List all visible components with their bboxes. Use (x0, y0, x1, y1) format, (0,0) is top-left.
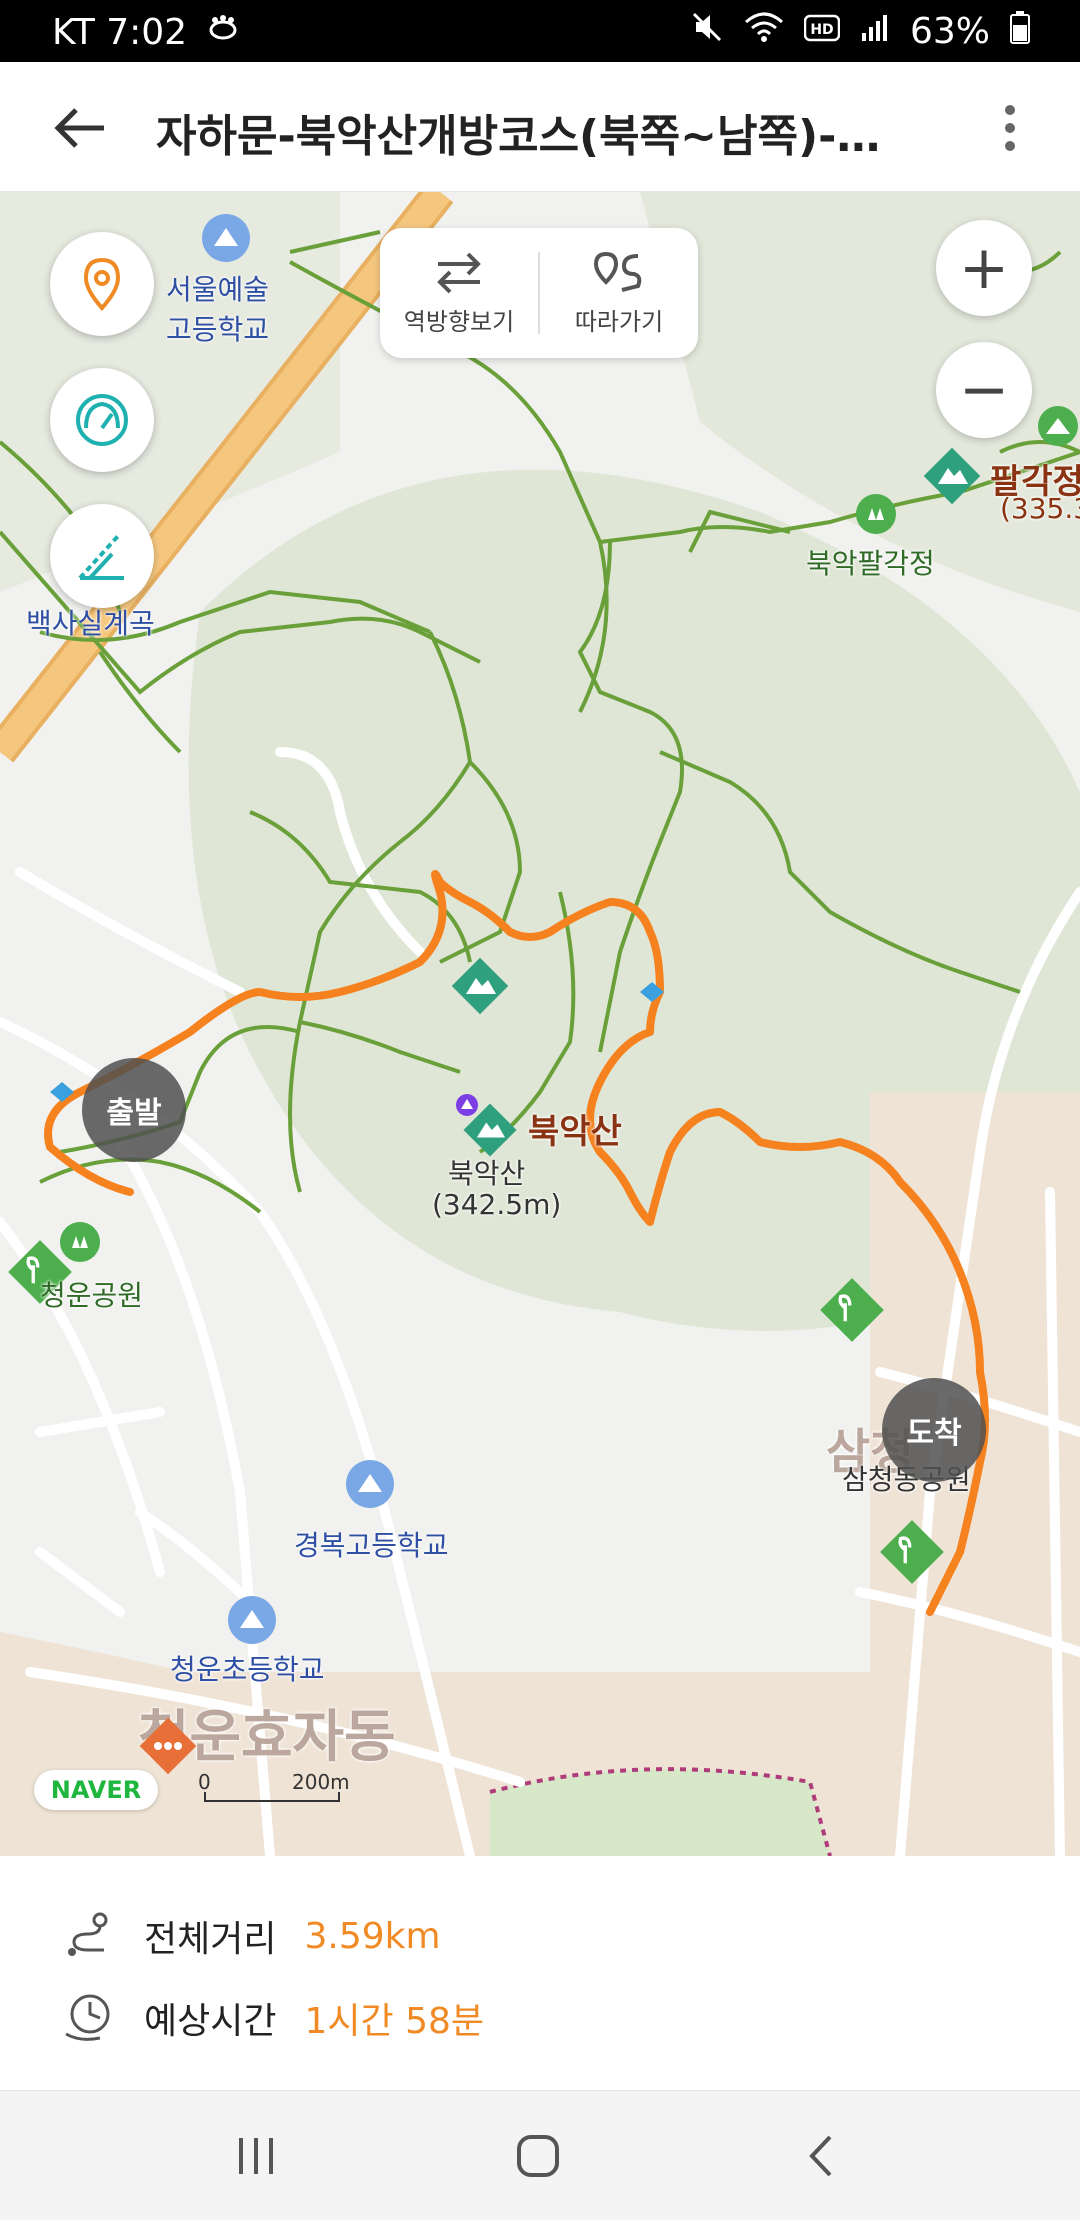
back-nav-button[interactable] (780, 2121, 860, 2191)
battery-percent: 63% (909, 11, 990, 52)
school-icon (228, 1596, 276, 1644)
system-nav-bar (0, 2090, 1080, 2220)
more-options-button[interactable] (980, 98, 1040, 158)
distance-value: 3.59km (304, 1915, 441, 1957)
label-gyeongbok-hs: 경복고등학교 (294, 1529, 449, 1562)
scale-zero: 0 (198, 1770, 211, 1794)
app-bar: 자하문-북악산개방코스(북쪽~남쪽)-삼청… (0, 62, 1080, 192)
mountain-peak-icon (923, 447, 981, 505)
label-bugaksan-height: (342.5m) (432, 1188, 562, 1221)
wifi-icon (744, 10, 784, 53)
time-row: 예상시간 1시간 58분 (60, 1990, 484, 2046)
reverse-label: 역방향보기 (403, 307, 515, 336)
follow-route-icon (594, 251, 642, 292)
estimated-time-icon (65, 1994, 110, 2041)
map-view[interactable]: 서울예술 고등학교 경복고등학교 청운초등학교 백사실계곡 북악팔각정 팔각정 (… (0, 192, 1080, 1856)
tree-icon (856, 494, 896, 534)
label-cheongun-es: 청운초등학교 (170, 1653, 325, 1686)
home-icon (517, 2135, 559, 2177)
school-icon (202, 214, 250, 262)
footprint-icon (205, 10, 241, 55)
park-icon (820, 1278, 884, 1342)
label-bugak-palgakjeong: 북악팔각정 (806, 547, 935, 580)
label-palgakjeong-height: (335.3 (1000, 492, 1080, 525)
zoom-in-button[interactable]: + (936, 220, 1032, 316)
location-button[interactable] (50, 232, 154, 336)
park-icon (450, 952, 522, 1024)
more-vertical-icon (1005, 105, 1015, 151)
status-bar: KT 7:02 HD 63% (0, 0, 1080, 62)
speed-button[interactable] (50, 368, 154, 472)
elevation-icon (78, 534, 124, 580)
scale-bar (204, 1792, 340, 1802)
location-pin-icon (83, 257, 121, 312)
route-info-panel: 전체거리 3.59km 예상시간 1시간 58분 (0, 1856, 1080, 2090)
follow-route-button[interactable]: 따라가기 (540, 228, 698, 358)
signal-icon (860, 11, 890, 52)
map-scale: 0 200m (196, 1770, 352, 1804)
mute-icon (690, 10, 724, 53)
route-distance-icon (68, 1912, 108, 1956)
elevation-button[interactable] (50, 504, 154, 608)
battery-icon (1010, 10, 1030, 53)
tree-icon (60, 1222, 100, 1262)
start-marker[interactable]: 출발 (82, 1058, 186, 1162)
label-bugaksan-peak: 북악산 (528, 1112, 622, 1152)
svg-text:HD: HD (810, 22, 833, 38)
route-toggle-panel: 역방향보기 따라가기 (380, 228, 698, 358)
speedometer-icon (76, 394, 128, 446)
arrow-left-icon (54, 108, 104, 148)
zoom-out-button[interactable]: − (936, 342, 1032, 438)
distance-row: 전체거리 3.59km (60, 1908, 441, 1964)
map-canvas (0, 192, 1080, 1856)
time-label: 예상시간 (144, 2001, 277, 2042)
label-seoul-arts-hs: 서울예술 고등학교 (166, 273, 270, 346)
time-value: 1시간 58분 (304, 2001, 485, 2042)
page-title: 자하문-북악산개방코스(북쪽~남쪽)-삼청… (156, 111, 916, 162)
swap-arrows-icon (437, 252, 481, 293)
end-marker[interactable]: 도착 (882, 1378, 986, 1482)
scale-end: 200m (292, 1770, 350, 1794)
back-button[interactable] (50, 98, 130, 158)
park-icon (880, 1520, 944, 1584)
poi-more-icon[interactable] (136, 1714, 200, 1778)
label-baeksasil: 백사실계곡 (26, 607, 155, 640)
follow-label: 따라가기 (574, 307, 664, 336)
naver-logo: NAVER (34, 1770, 158, 1810)
reverse-direction-button[interactable]: 역방향보기 (380, 228, 538, 358)
distance-label: 전체거리 (144, 1919, 277, 1960)
label-cheongun-park: 청운공원 (40, 1279, 144, 1312)
hd-icon: HD (803, 11, 841, 52)
carrier-time: KT 7:02 (52, 12, 188, 53)
mountain-icon (1038, 406, 1078, 446)
school-icon (346, 1460, 394, 1508)
home-button[interactable] (498, 2121, 578, 2191)
mountain-peak-icon (463, 1103, 517, 1157)
chevron-left-icon (809, 2135, 832, 2177)
recent-apps-icon (239, 2138, 273, 2174)
recent-apps-button[interactable] (216, 2121, 296, 2191)
label-bugaksan-name: 북악산 (448, 1157, 526, 1190)
